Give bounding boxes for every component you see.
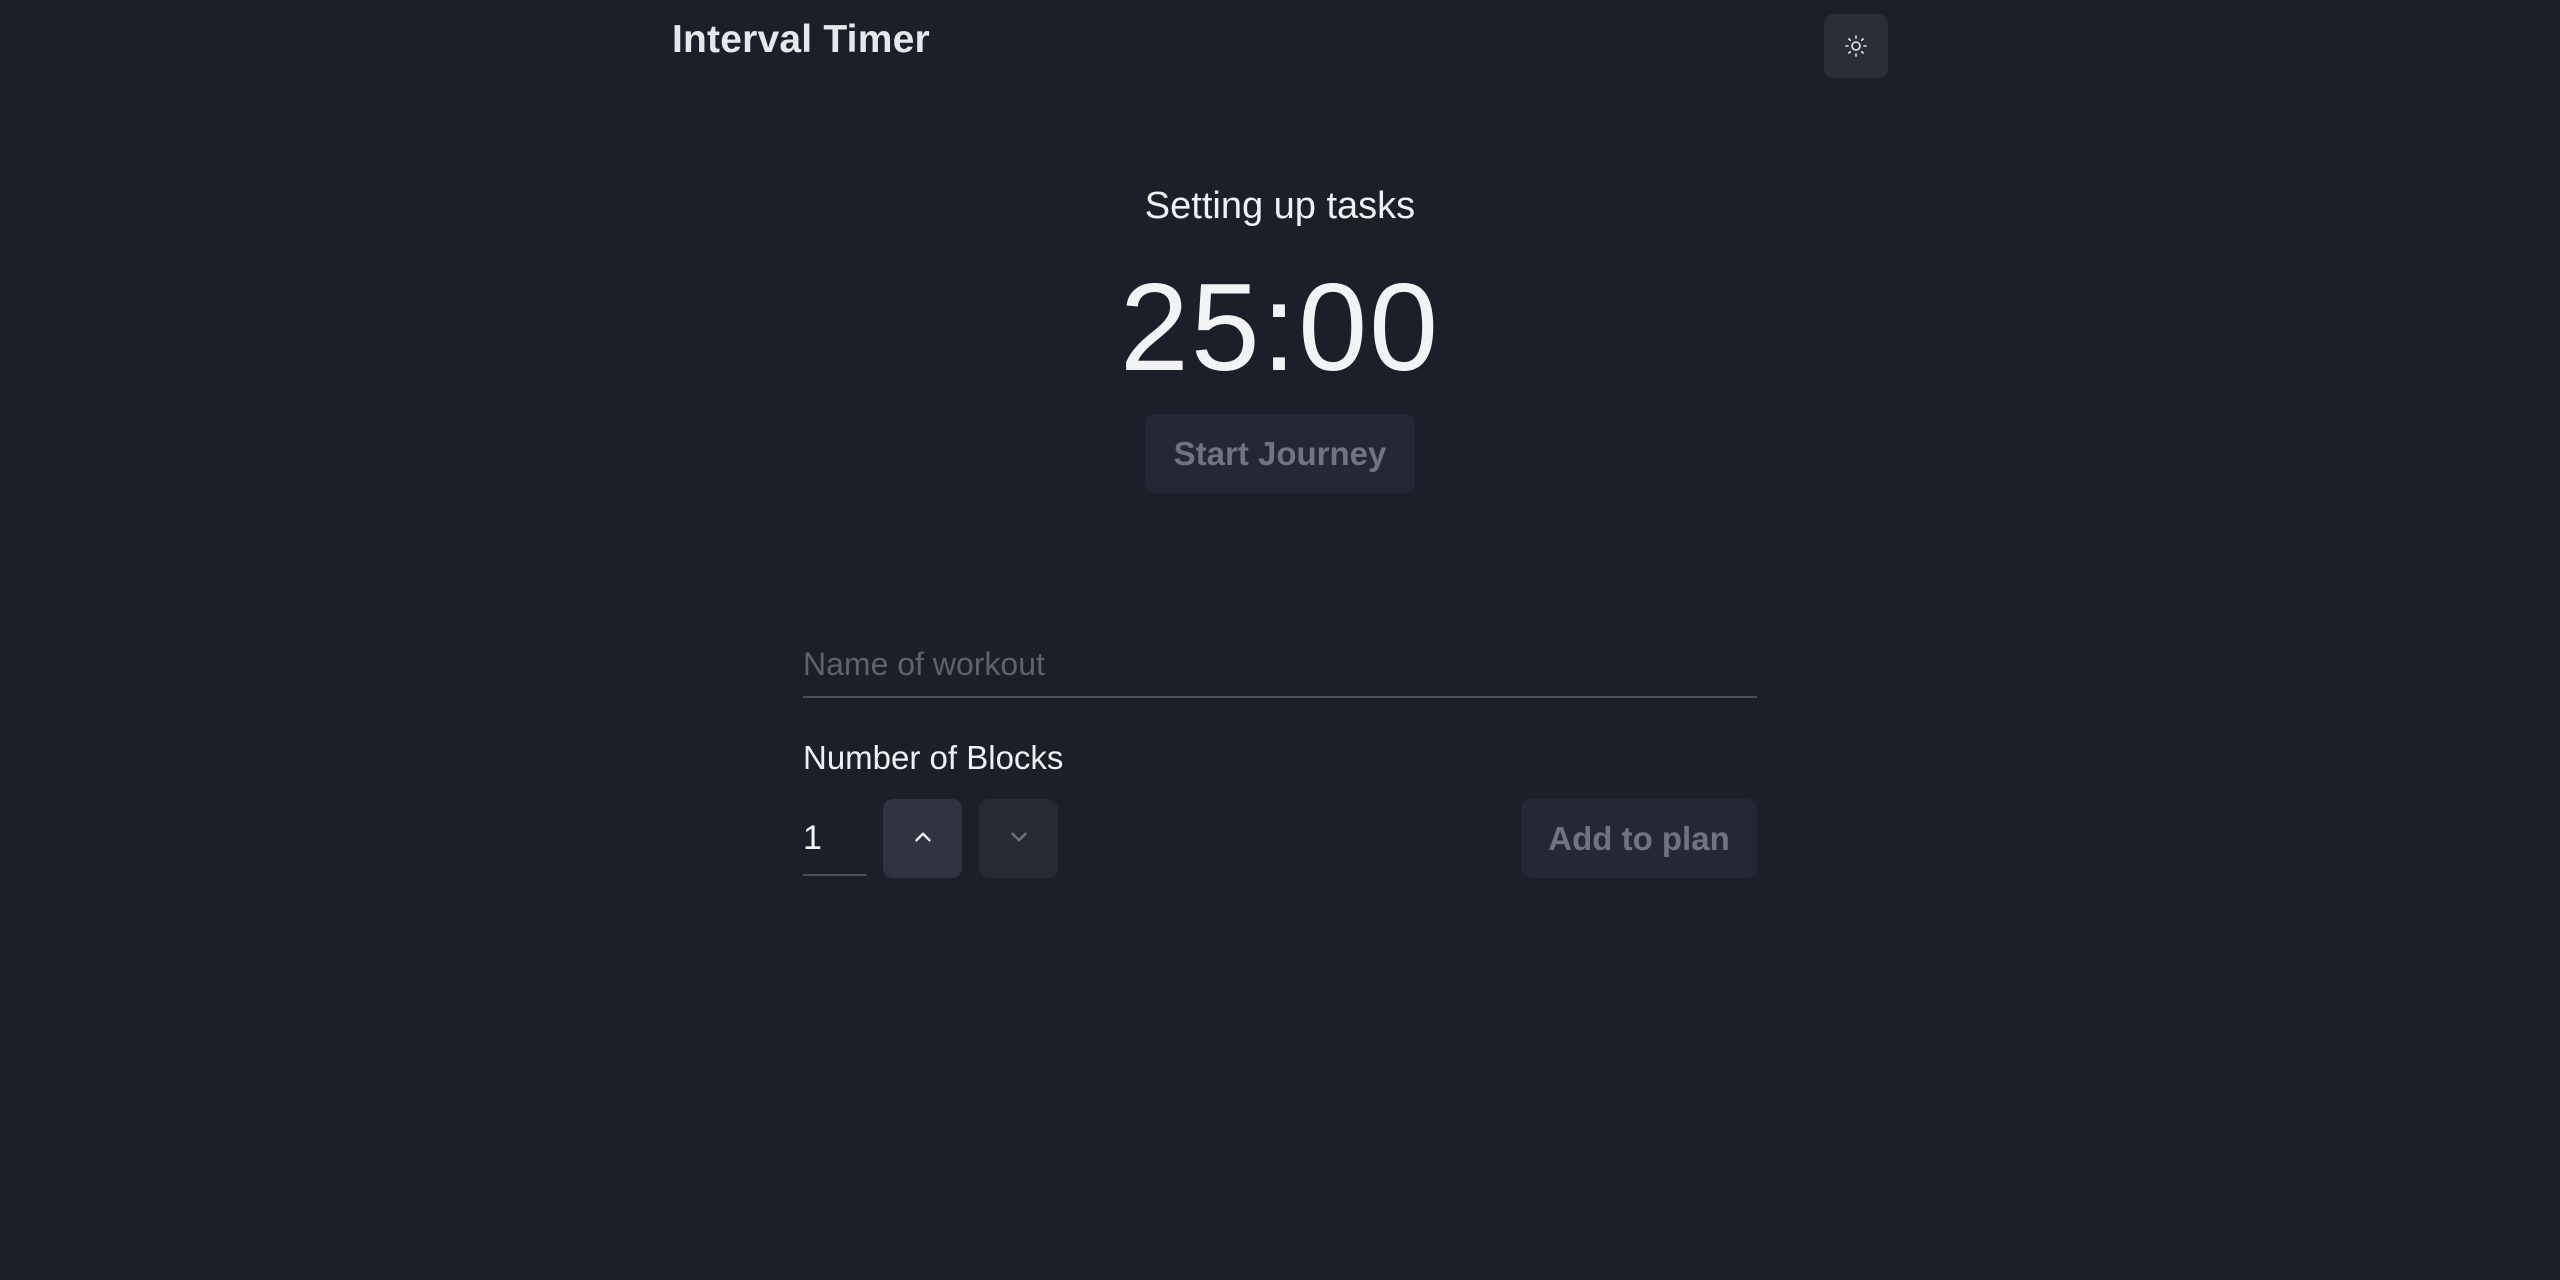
sun-icon <box>1844 34 1868 58</box>
add-to-plan-button[interactable]: Add to plan <box>1521 799 1757 878</box>
decrement-blocks-button[interactable] <box>979 799 1058 878</box>
chevron-up-icon <box>910 824 936 853</box>
theme-toggle-button[interactable] <box>1824 14 1888 78</box>
current-task-label: Setting up tasks <box>1144 185 1416 227</box>
start-journey-button[interactable]: Start Journey <box>1145 414 1415 493</box>
number-of-blocks-label: Number of Blocks <box>803 739 1064 776</box>
workout-name-input[interactable] <box>803 632 1757 698</box>
app-title: Interval Timer <box>672 18 930 61</box>
interval-timer-app: Interval Timer Setting up tasks 25:00 St… <box>0 0 2560 1280</box>
blocks-count-input[interactable]: 1 <box>803 806 867 876</box>
increment-blocks-button[interactable] <box>883 799 962 878</box>
chevron-down-icon <box>1006 824 1032 853</box>
timer-display: 25:00 <box>1119 259 1441 397</box>
